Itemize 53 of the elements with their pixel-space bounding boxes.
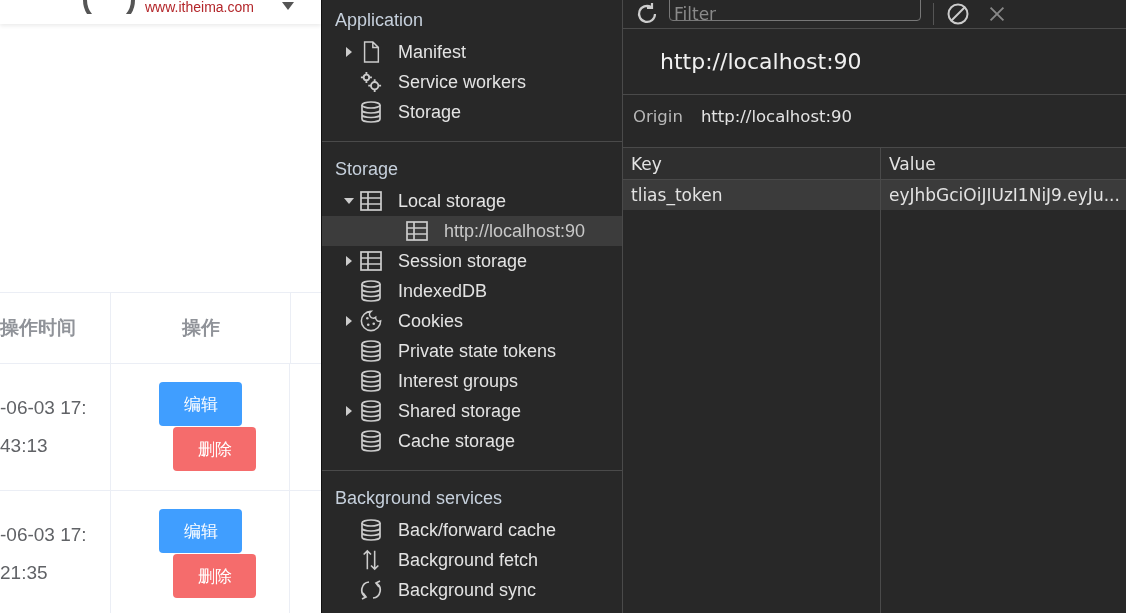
caret-icon[interactable] <box>281 2 294 10</box>
filter-field[interactable]: Filter <box>669 0 921 21</box>
database-icon <box>360 340 382 362</box>
database-icon <box>360 519 382 541</box>
column-header[interactable]: Key <box>623 148 881 179</box>
tree-item[interactable]: Interest groups <box>322 366 622 396</box>
tree-item[interactable]: IndexedDB <box>322 276 622 306</box>
refresh-icon[interactable] <box>635 2 659 26</box>
column-header: 操作时间 <box>0 293 111 363</box>
tree-item[interactable]: Service workers <box>322 67 622 97</box>
section-title: Application <box>334 8 425 32</box>
collapsed-arrow-icon[interactable] <box>344 316 354 326</box>
origin-label: Origin <box>633 106 683 126</box>
database-icon <box>360 280 382 302</box>
origin-title: http://localhost:90 <box>660 49 862 74</box>
table-cell: -06-03 17:21:35 <box>0 491 111 613</box>
column-header: 操作 <box>111 293 291 363</box>
tree-item[interactable]: Cache storage <box>322 426 622 456</box>
origin-value: http://localhost:90 <box>700 106 853 126</box>
collapsed-arrow-icon[interactable] <box>344 256 354 266</box>
tree-item[interactable]: Background fetch <box>322 545 622 575</box>
tree-item[interactable]: Session storage <box>322 246 622 276</box>
collapsed-arrow-icon[interactable] <box>344 47 354 57</box>
section-title: Storage <box>334 157 400 181</box>
tree-item[interactable]: Private state tokens <box>322 336 622 366</box>
key-cell: tlias_token <box>631 185 723 205</box>
tree-item[interactable]: Shared storage <box>322 396 622 426</box>
table-icon <box>360 250 382 272</box>
collapsed-arrow-icon[interactable] <box>344 406 354 416</box>
table-row[interactable]: tlias_token eyJhbGciOiJIUzI1NiJ9.eyJu... <box>623 180 1126 210</box>
section-title: Background services <box>334 486 504 510</box>
table-cell: -06-03 17:43:13 <box>0 364 111 490</box>
tree-item[interactable]: http://localhost:90 <box>322 216 622 246</box>
site-url: www.itheima.com <box>145 0 254 14</box>
table-icon <box>406 220 428 242</box>
clear-icon[interactable] <box>946 2 970 26</box>
database-icon <box>360 101 382 123</box>
gears-icon <box>360 71 382 93</box>
tree-item[interactable]: Storage <box>322 97 622 127</box>
tree-item[interactable]: Back/forward cache <box>322 515 622 545</box>
column-header[interactable]: Value <box>881 148 1126 179</box>
tree-item[interactable]: Manifest <box>322 37 622 67</box>
database-icon <box>360 370 382 392</box>
value-cell: eyJhbGciOiJIUzI1NiJ9.eyJu... <box>889 185 1120 205</box>
tree-item[interactable]: Local storage <box>322 186 622 216</box>
sync-icon <box>360 579 382 601</box>
tree-item[interactable]: Background sync <box>322 575 622 605</box>
database-icon <box>360 430 382 452</box>
database-icon <box>360 400 382 422</box>
expanded-arrow-icon[interactable] <box>344 196 354 206</box>
tree-item[interactable]: Cookies <box>322 306 622 336</box>
table-icon <box>360 190 382 212</box>
cookie-icon <box>360 310 382 332</box>
